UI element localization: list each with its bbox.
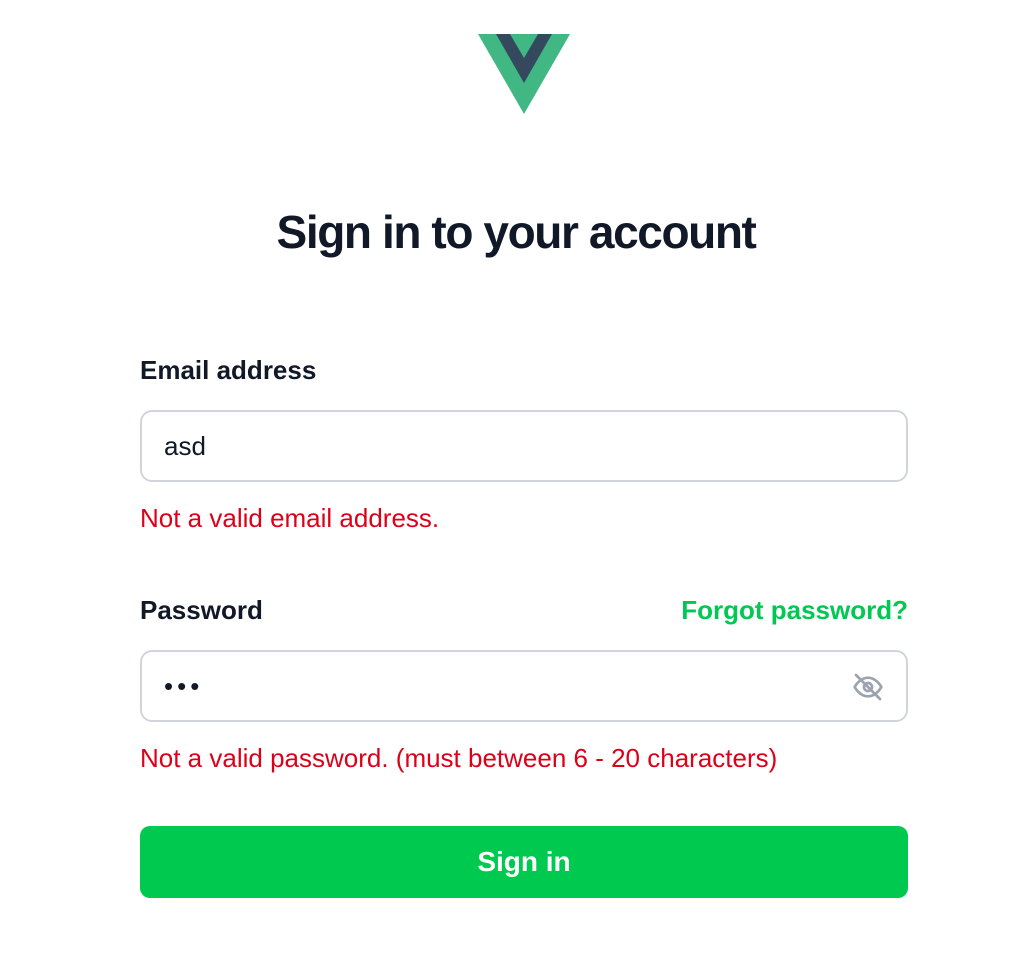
eye-slash-icon[interactable] <box>852 671 884 703</box>
vue-logo-icon <box>478 34 570 114</box>
password-field-wrapper <box>140 650 908 722</box>
email-label: Email address <box>140 355 317 385</box>
email-field[interactable] <box>142 412 906 480</box>
page-title: Sign in to your account <box>276 206 757 258</box>
password-field[interactable] <box>142 652 906 720</box>
email-error: Not a valid email address. <box>140 503 440 533</box>
password-label: Password <box>140 595 263 625</box>
sign-in-page: Sign in to your account Email address No… <box>0 0 1032 976</box>
forgot-password-link[interactable]: Forgot password? <box>681 594 908 626</box>
sign-in-button[interactable]: Sign in <box>140 826 908 898</box>
password-error: Not a valid password. (must between 6 - … <box>140 743 778 773</box>
email-field-wrapper <box>140 410 908 482</box>
